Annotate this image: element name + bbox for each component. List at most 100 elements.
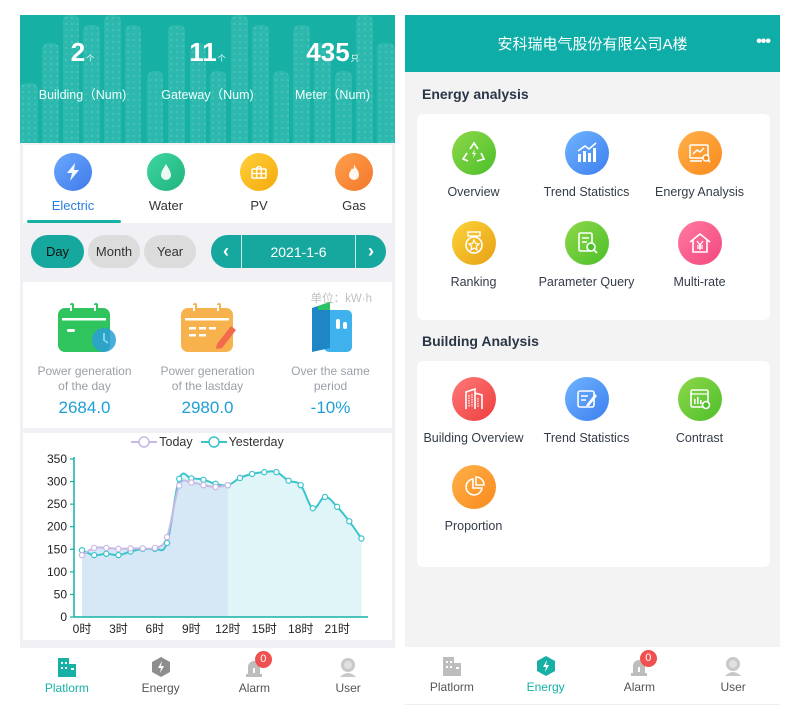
tab-label: Water [148, 198, 184, 213]
recycle-bolt-icon [451, 131, 496, 175]
stat-unit: 个 [217, 54, 226, 63]
book-chart-icon [300, 302, 362, 354]
data-point-yesterday [261, 468, 268, 476]
x-tick-label: 3时 [109, 622, 128, 636]
x-tick-label: 9时 [182, 622, 201, 636]
energy-category-tabs: Electric Water PV Gas [23, 145, 392, 223]
menu-label: Parameter Query [538, 275, 635, 289]
building-icon [451, 377, 496, 421]
date-navigator: ‹ 2021-1-6 › [211, 235, 386, 268]
tab-electric[interactable]: Electric [27, 153, 119, 213]
summary-value: -10% [310, 398, 351, 417]
document-search-icon [564, 221, 609, 265]
stat-label: Building（Num) [38, 88, 127, 102]
menu-building-trend-statistics[interactable]: Trend Statistics [530, 377, 643, 445]
menu-proportion[interactable]: Proportion [417, 465, 530, 533]
tab-gas[interactable]: Gas [308, 153, 395, 213]
data-point-today [115, 545, 122, 553]
stat-label: Meter（Num) [294, 88, 370, 102]
tab-label: User [720, 680, 746, 694]
tab-energy[interactable]: Energy [499, 647, 593, 704]
data-point-yesterday [333, 503, 341, 511]
bottom-tab-bar: Platlorm Energy 0 Alarm User [405, 647, 780, 705]
menu-label: Contrast [675, 431, 724, 445]
x-tick-label: 6时 [146, 622, 165, 636]
menu-label: Multi-rate [673, 275, 726, 289]
data-point-yesterday [309, 505, 317, 512]
tab-user[interactable]: User [301, 648, 395, 705]
alarm-badge: 0 [254, 651, 272, 668]
stat-gateway: 11个 Gateway（Num) [145, 37, 270, 103]
menu-ranking[interactable]: Ranking [417, 221, 530, 289]
data-point-today [103, 544, 110, 552]
tab-label: User [335, 681, 361, 695]
chevron-left-icon[interactable]: ‹ [211, 235, 241, 268]
data-point-today [127, 545, 134, 552]
x-tick-label: 0时 [73, 622, 92, 636]
period-day-button[interactable]: Day [31, 235, 84, 268]
period-year-button[interactable]: Year [144, 235, 196, 268]
tab-energy[interactable]: Energy [114, 648, 208, 705]
summary-label: Power generation of the lastday [146, 364, 269, 394]
data-point-today [200, 481, 207, 489]
tab-alarm[interactable]: 0 Alarm [208, 648, 302, 705]
chevron-right-icon[interactable]: › [356, 235, 386, 268]
data-point-yesterday [90, 551, 98, 559]
more-dots-icon[interactable]: ••• [756, 33, 771, 51]
energy-analysis-grid: Overview Trend Statistics Energy Analysi… [417, 114, 770, 320]
active-tab-indicator [27, 220, 121, 223]
power-chart-card: Today Yesterday 0 50 100 150 200 250 300 350 0时 3… [23, 433, 392, 640]
data-point-yesterday [175, 475, 183, 483]
document-edit-icon [564, 377, 609, 421]
menu-multi-rate[interactable]: Multi-rate [643, 221, 756, 289]
tab-label: Energy [141, 681, 180, 695]
y-tick-label: 150 [47, 542, 67, 556]
data-point-today [224, 481, 231, 489]
stats-header: 2个 Building（Num) 11个 Gateway（Num) 435只 M… [20, 15, 395, 143]
tab-label: Alarm [238, 681, 271, 695]
bottom-tab-bar: Platlorm Energy 0 Alarm User [20, 648, 395, 705]
menu-parameter-query[interactable]: Parameter Query [530, 221, 643, 289]
tab-label: PV [250, 198, 268, 213]
stat-value: 11 [189, 37, 217, 67]
tab-label: Energy [526, 680, 565, 694]
y-tick-label: 300 [47, 475, 67, 489]
y-tick-label: 250 [47, 497, 67, 511]
data-point-yesterday [285, 477, 292, 484]
label-line: Power generation [37, 364, 132, 378]
menu-contrast[interactable]: Contrast [643, 377, 756, 445]
user-icon [722, 655, 744, 677]
chart-window-icon [677, 377, 722, 421]
stat-value: 2 [70, 37, 86, 67]
x-tick-label: 12时 [215, 622, 240, 636]
x-tick-label: 18时 [288, 622, 313, 636]
data-point-yesterday [236, 474, 244, 482]
tab-alarm[interactable]: 0 Alarm [593, 647, 687, 704]
tab-platform[interactable]: Platlorm [405, 647, 499, 704]
data-point-yesterday [200, 476, 207, 483]
title-bar: 安科瑞电气股份有限公司A楼 ••• [405, 15, 780, 72]
summary-label: Over the same period [269, 364, 392, 394]
power-line-chart: 0 50 100 150 200 250 300 350 0时 3时 6时 9时 12时 15时 18时 21… [47, 452, 368, 636]
tab-water[interactable]: Water [120, 153, 212, 213]
buildings-icon [56, 656, 78, 678]
data-point-today [188, 479, 195, 486]
tab-pv[interactable]: PV [213, 153, 305, 213]
tab-user[interactable]: User [686, 647, 780, 704]
data-point-today [212, 483, 219, 491]
generation-summary-card: 单位：kW·h Power generation of the day 2684.… [23, 282, 392, 428]
tab-platform[interactable]: Platlorm [20, 648, 114, 705]
data-point-today [175, 482, 183, 489]
data-point-yesterday [346, 518, 353, 525]
data-point-yesterday [248, 470, 256, 478]
date-display[interactable]: 2021-1-6 [241, 235, 356, 268]
menu-overview[interactable]: Overview [417, 131, 530, 199]
summary-today: Power generation of the day 2684.0 [23, 302, 146, 418]
menu-building-overview[interactable]: Building Overview [417, 377, 530, 445]
menu-trend-statistics[interactable]: Trend Statistics [530, 131, 643, 199]
period-month-button[interactable]: Month [88, 235, 140, 268]
data-point-yesterday [321, 493, 329, 501]
tab-label: Alarm [623, 680, 656, 694]
summary-value: 2684.0 [58, 398, 111, 417]
menu-energy-analysis[interactable]: Energy Analysis [643, 131, 756, 199]
